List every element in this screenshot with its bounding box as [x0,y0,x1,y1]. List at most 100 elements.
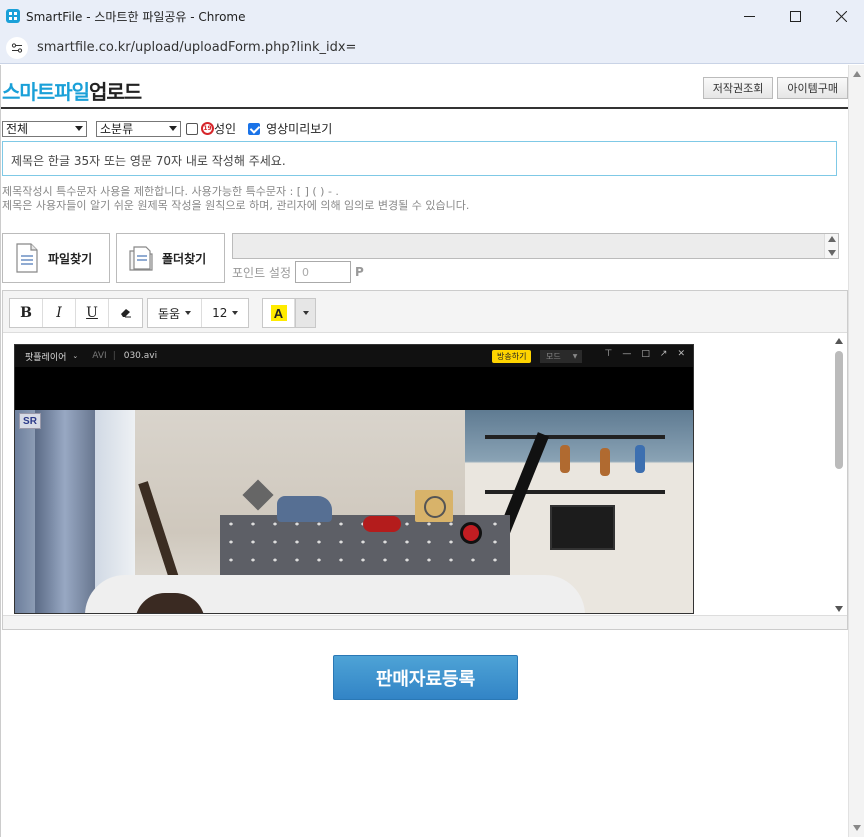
player-file-name: 030.avi [123,351,158,361]
video-frame-scene: SR [15,410,693,613]
age-19-icon: 19 [201,122,214,135]
category-select[interactable]: 전체 [2,120,87,137]
player-mode-label: 모드 [546,352,561,361]
description-editor: B I U 돋움 12 A 팟플레이어 ⌄ AVI | 030.avi 방송하기… [2,290,848,630]
scene-board [415,490,453,522]
scroll-down-icon[interactable] [828,250,836,256]
window-titlebar: SmartFile - 스마트한 파일공유 - Chrome [0,0,864,32]
font-group: 돋움 12 [147,298,250,328]
page-scrollbar[interactable] [848,65,864,837]
player-mode-dropdown: 모드 ▼ [540,350,582,363]
maximize-icon: □ [641,349,650,359]
eraser-icon [120,309,131,318]
editor-content-area[interactable]: 팟플레이어 ⌄ AVI | 030.avi 방송하기 모드 ▼ ⊤ — □ ↗ [3,334,831,616]
find-folder-button[interactable]: 폴더찾기 [116,233,225,283]
player-broadcast-button: 방송하기 [492,350,532,363]
close-icon: ✕ [677,349,685,359]
caret-down-icon: ▼ [572,353,578,360]
site-settings-icon[interactable] [6,36,28,59]
point-input[interactable]: 0 [295,261,352,283]
file-icon [16,243,38,273]
maximize-button[interactable] [772,0,818,32]
window-title: SmartFile - 스마트한 파일공유 - Chrome [26,9,246,24]
video-preview-label: 영상미리보기 [266,122,333,136]
scroll-down-icon[interactable] [835,606,843,612]
text-style-group: B I U [9,298,143,328]
copyright-check-button[interactable]: 저작권조회 [702,77,774,99]
video-preview-image: 팟플레이어 ⌄ AVI | 030.avi 방송하기 모드 ▼ ⊤ — □ ↗ [14,344,694,614]
scene-figurine [600,448,610,476]
window-controls [726,0,864,32]
page-title: 스마트파일업로드 [2,76,142,105]
player-title-bar: 팟플레이어 ⌄ AVI | 030.avi 방송하기 모드 ▼ ⊤ — □ ↗ [15,345,693,367]
close-icon [835,10,847,22]
highlight-color-button[interactable]: A [263,299,295,327]
underline-button[interactable]: U [76,299,109,327]
url-text[interactable]: smartfile.co.kr/upload/uploadForm.php?li… [37,40,356,55]
folder-icon [129,246,153,271]
scroll-thumb[interactable] [835,351,843,469]
italic-button[interactable]: I [43,299,76,327]
subcategory-select[interactable]: 소분류 [96,120,181,137]
brand-upload-label: 업로드 [89,80,142,104]
bold-button[interactable]: B [10,299,43,327]
editor-scrollbar[interactable] [831,334,847,616]
watermark-logo: SR [19,413,41,429]
font-family-dropdown[interactable]: 돋움 [148,299,203,327]
scroll-up-icon[interactable] [828,236,836,242]
minimize-icon: — [622,349,632,359]
fullscreen-icon: ↗ [659,349,668,359]
selected-files-list[interactable] [232,233,839,259]
pin-icon: ⊤ [604,349,613,359]
video-preview-checkbox[interactable] [248,122,261,135]
find-file-button[interactable]: 파일찾기 [2,233,110,283]
point-setting-label: 포인트 설정 [232,265,292,280]
smartfile-app-icon [6,9,20,23]
scene-curtain [35,410,95,613]
category-row: 전체 소분류 19 성인 영상미리보기 [2,120,332,137]
font-size-dropdown[interactable]: 12 [202,299,248,327]
scene-figurine [635,445,645,473]
register-sale-button[interactable]: 판매자료등록 [333,655,518,700]
chevron-down-icon [169,126,177,131]
font-size-value: 12 [212,306,228,320]
scene-figurine [560,445,570,473]
eraser-button[interactable] [109,299,142,327]
scroll-up-icon[interactable] [853,71,861,77]
point-setting-row: 포인트 설정 0 P [232,261,364,283]
player-app-name: 팟플레이어 [25,352,67,363]
scene-clothes [277,496,332,522]
title-input[interactable]: 제목은 한글 35자 또는 영문 70자 내로 작성해 주세요. [2,141,837,176]
font-family-value: 돋움 [158,306,181,321]
item-purchase-button[interactable]: 아이템구매 [777,77,848,99]
scroll-up-icon[interactable] [835,338,843,344]
file-list-scrollbar[interactable] [824,234,838,258]
editor-toolbar: B I U 돋움 12 A [3,291,847,333]
adult-checkbox[interactable] [186,122,198,135]
address-bar: smartfile.co.kr/upload/uploadForm.php?li… [0,32,864,64]
brand-name: 스마트파일 [2,80,90,104]
category-select-value: 전체 [6,122,29,136]
player-format: AVI [92,351,107,361]
title-hint-policy: 제목은 사용자들이 알기 쉬운 원제목 작성을 원칙으로 하며, 관리자에 의해… [2,199,470,212]
highlight-group: A [262,298,316,328]
highlight-color-dropdown[interactable] [295,299,315,327]
scroll-down-icon[interactable] [853,825,861,831]
close-button[interactable] [818,0,864,32]
highlight-letter: A [270,305,287,321]
scene-speaker [550,505,615,550]
maximize-icon [789,10,801,22]
adult-label: 성인 [214,122,237,136]
header-divider [1,107,849,109]
chevron-down-icon [185,311,192,315]
scene-bed-frame [138,481,182,589]
minimize-button[interactable] [726,0,772,32]
chevron-down-icon [232,311,239,315]
editor-footer [3,615,847,629]
find-folder-label: 폴더찾기 [162,251,207,266]
upload-page: 스마트파일업로드 저작권조회 아이템구매 전체 소분류 19 성인 영상미리보기… [0,65,849,837]
find-file-label: 파일찾기 [48,251,93,266]
player-window-controls: ⊤ — □ ↗ ✕ [605,349,685,359]
chevron-down-icon [75,126,83,131]
subcategory-select-value: 소분류 [100,122,134,136]
